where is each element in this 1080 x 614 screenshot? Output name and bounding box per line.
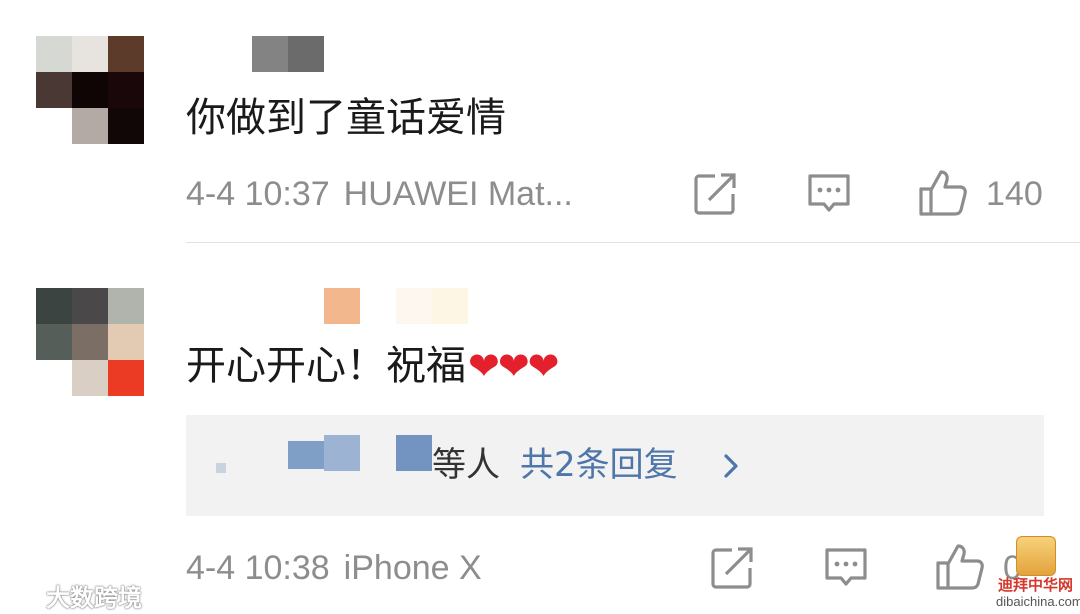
comment-meta: 4-4 10:38 iPhone X bbox=[186, 549, 482, 588]
reply-summary[interactable]: 等人 共2条回复 bbox=[432, 443, 678, 487]
edit-icon[interactable] bbox=[693, 172, 739, 216]
comment-text: 开心开心！祝福❤❤❤ bbox=[186, 342, 560, 390]
watermark-en: dibaichina.com bbox=[996, 594, 1080, 609]
comment-text: 你做到了童话爱情 bbox=[186, 95, 506, 141]
watermark-right: 迪拜中华网 dibaichina.com bbox=[994, 536, 1080, 610]
device-name: iPhone X bbox=[343, 549, 482, 587]
username-redacted[interactable] bbox=[252, 36, 324, 72]
thumb-up-icon[interactable] bbox=[918, 168, 968, 218]
watermark-text: 大数跨境 bbox=[46, 584, 142, 612]
avatar[interactable] bbox=[36, 36, 144, 144]
replies-preview[interactable]: 等人 共2条回复 bbox=[186, 415, 1044, 516]
comment-divider bbox=[186, 242, 1080, 243]
avatar[interactable] bbox=[36, 288, 144, 396]
watermark-badge-icon bbox=[1016, 536, 1056, 576]
view-replies-link[interactable]: 共2条回复 bbox=[520, 445, 678, 485]
timestamp: 4-4 10:38 bbox=[186, 549, 330, 587]
timestamp: 4-4 10:37 bbox=[186, 175, 330, 213]
watermark-left: 大数跨境 bbox=[6, 578, 142, 613]
watermark-logo-icon bbox=[7, 584, 40, 607]
comment-meta: 4-4 10:37 HUAWEI Mat... bbox=[186, 175, 573, 214]
watermark-cn: 迪拜中华网 bbox=[998, 576, 1074, 594]
like-count: 140 bbox=[986, 175, 1043, 213]
reply-users-suffix: 等人 bbox=[432, 445, 500, 485]
comment-body: 开心开心！祝福 bbox=[186, 343, 466, 389]
username-redacted[interactable] bbox=[324, 288, 468, 324]
chevron-right-icon[interactable] bbox=[722, 453, 740, 479]
reply-users-redacted bbox=[216, 463, 226, 473]
device-name: HUAWEI Mat... bbox=[343, 175, 573, 213]
comment-icon[interactable] bbox=[806, 172, 852, 216]
edit-icon[interactable] bbox=[710, 546, 756, 590]
thumb-up-icon[interactable] bbox=[935, 542, 985, 592]
heart-emoji: ❤❤❤ bbox=[468, 344, 560, 388]
comment-icon[interactable] bbox=[823, 546, 869, 590]
